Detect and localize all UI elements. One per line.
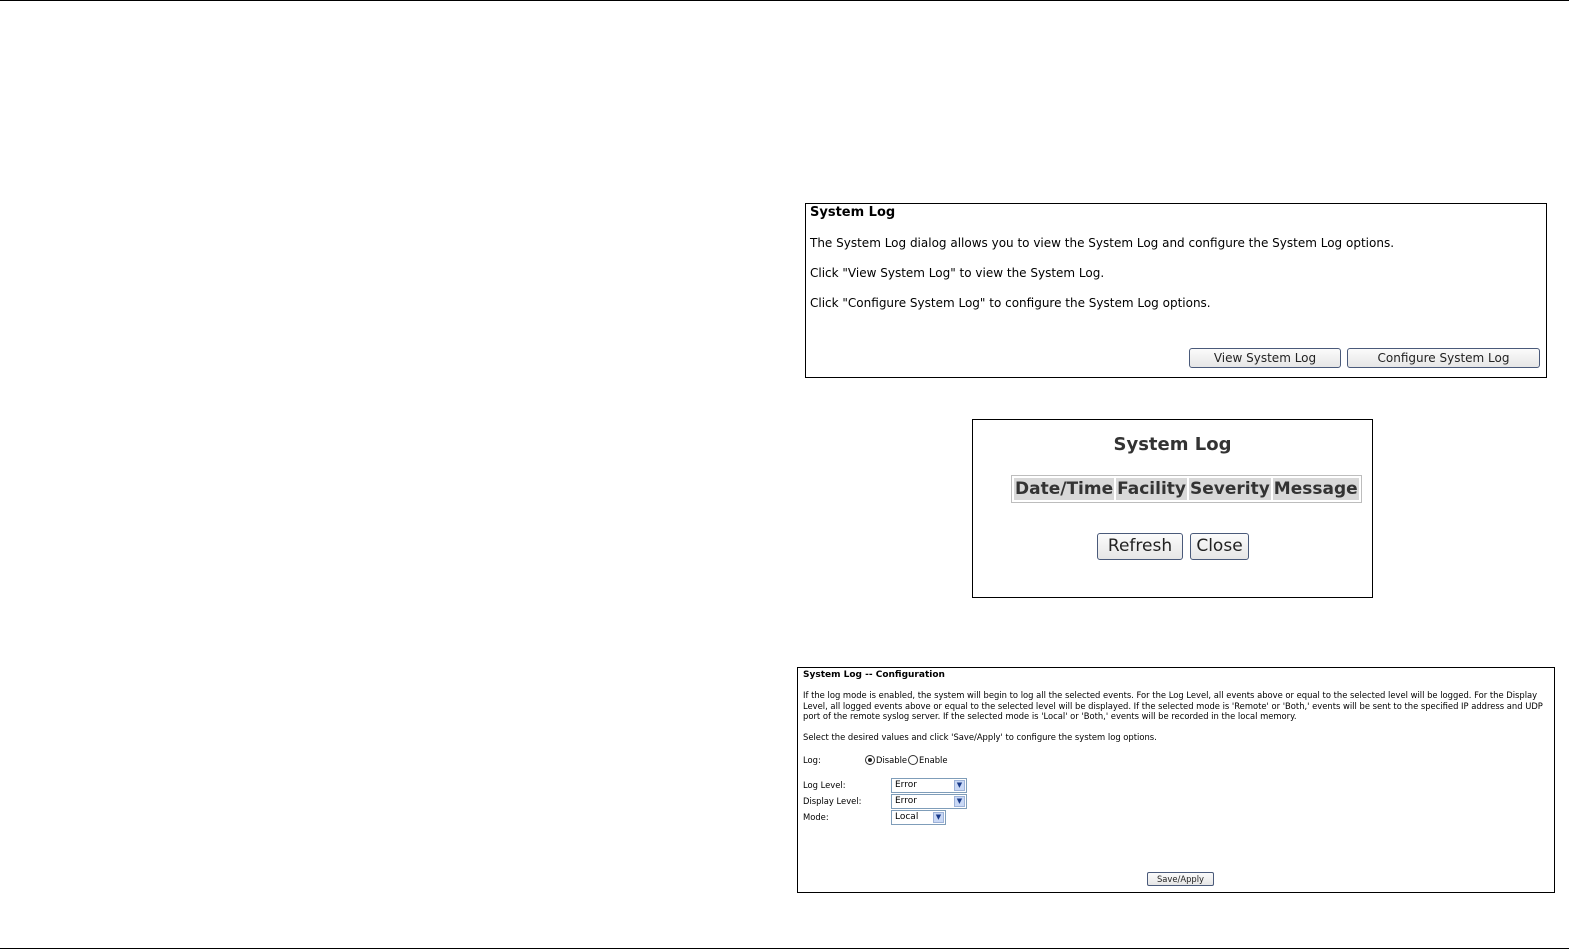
refresh-button[interactable]: Refresh — [1097, 533, 1183, 560]
radio-empty-icon[interactable] — [908, 754, 918, 765]
mode-select[interactable]: Local ▼ — [891, 810, 946, 825]
column-header: Facility — [1116, 478, 1187, 500]
description-line: The System Log dialog allows you to view… — [810, 236, 1395, 250]
log-level-select[interactable]: Error ▼ — [891, 778, 967, 793]
system-log-configuration-panel: System Log -- Configuration If the log m… — [797, 667, 1555, 893]
configure-instruction: Click "Configure System Log" to configur… — [810, 296, 1211, 310]
system-log-viewer-panel: System Log Date/Time Facility Severity M… — [972, 419, 1373, 598]
display-level-value: Error — [895, 796, 917, 806]
mode-label: Mode: — [803, 812, 829, 822]
chevron-down-icon[interactable]: ▼ — [933, 812, 944, 823]
log-enable-option[interactable]: Enable — [908, 754, 948, 765]
mode-value: Local — [895, 812, 919, 822]
panel-title: System Log — [810, 205, 896, 220]
disable-label: Disable — [876, 754, 908, 765]
display-level-select[interactable]: Error ▼ — [891, 794, 967, 809]
chevron-down-icon[interactable]: ▼ — [954, 796, 965, 807]
save-apply-button[interactable]: Save/Apply — [1147, 872, 1214, 886]
system-log-panel: System Log The System Log dialog allows … — [805, 203, 1547, 378]
log-level-value: Error — [895, 780, 917, 790]
configure-system-log-button[interactable]: Configure System Log — [1347, 348, 1540, 368]
enable-label: Enable — [919, 754, 948, 765]
view-system-log-button[interactable]: View System Log — [1189, 348, 1341, 368]
configuration-description: If the log mode is enabled, the system w… — [803, 690, 1543, 721]
chevron-down-icon[interactable]: ▼ — [954, 780, 965, 791]
log-label: Log: — [803, 755, 821, 765]
view-instruction: Click "View System Log" to view the Syst… — [810, 266, 1105, 280]
log-table-header: Date/Time Facility Severity Message — [1014, 478, 1359, 500]
log-disable-option[interactable]: Disable — [865, 754, 907, 765]
column-header: Date/Time — [1014, 478, 1115, 500]
close-button[interactable]: Close — [1190, 533, 1249, 560]
log-table: Date/Time Facility Severity Message — [1011, 475, 1362, 503]
column-header: Severity — [1188, 478, 1271, 500]
configuration-instruction: Select the desired values and click 'Sav… — [803, 732, 1157, 742]
display-level-label: Display Level: — [803, 796, 862, 806]
viewer-title: System Log — [1113, 434, 1232, 455]
bottom-rule — [0, 948, 1569, 949]
log-level-label: Log Level: — [803, 780, 846, 790]
column-header: Message — [1272, 478, 1359, 500]
radio-selected-icon[interactable] — [865, 754, 875, 765]
top-rule — [0, 0, 1569, 1]
configuration-title: System Log -- Configuration — [803, 670, 945, 680]
